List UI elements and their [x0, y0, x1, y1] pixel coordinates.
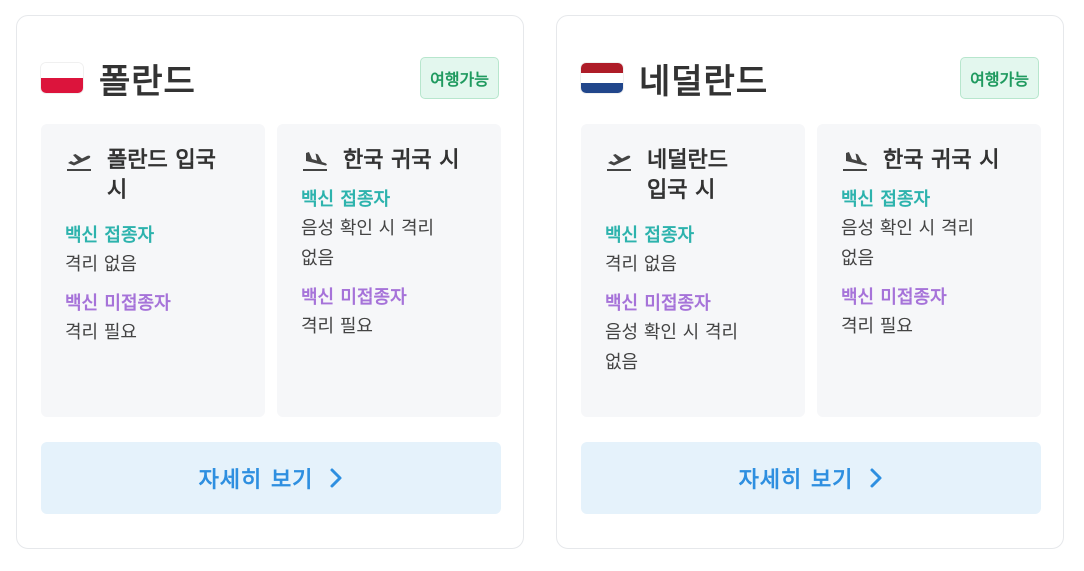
unvaccinated-value-line2: 없음: [605, 352, 639, 373]
unvaccinated-value: 격리 필요: [841, 316, 913, 337]
return-panel-title: 한국 귀국 시: [301, 146, 481, 176]
unvaccinated-label: 백신 미접종자: [65, 293, 171, 314]
country-name: 폴란드: [99, 61, 196, 102]
unvaccinated-value: 격리 필요: [301, 316, 373, 337]
entry-title-line1: 폴란드 입국: [107, 148, 216, 173]
entry-panel: 네덜란드 입국 시 백신 접종자 격리 없음 백신 미접종자 음성 확인 시 격…: [581, 124, 805, 417]
netherlands-flag-icon: [581, 63, 623, 93]
return-panel-title: 한국 귀국 시: [841, 146, 1021, 176]
plane-departure-icon: [605, 147, 633, 175]
unvaccinated-label: 백신 미접종자: [301, 287, 407, 308]
unvaccinated-label: 백신 미접종자: [605, 293, 711, 314]
travel-status-badge: 여행가능: [960, 57, 1039, 99]
entry-panel-title: 폴란드 입국 시: [65, 146, 245, 206]
plane-departure-icon: [65, 147, 93, 175]
travel-status-badge: 여행가능: [420, 57, 499, 99]
plane-arrival-icon: [841, 147, 869, 175]
country-card-poland: 폴란드 여행가능 폴란드 입국 시 백신 접종자 격리 없음 백신 미접종자 격…: [16, 15, 524, 549]
vaccinated-value-line2: 없음: [301, 248, 335, 269]
unvaccinated-value: 격리 필요: [65, 322, 137, 343]
entry-title-line2: 시: [107, 178, 128, 203]
return-title: 한국 귀국 시: [343, 148, 460, 173]
poland-flag-icon: [41, 63, 83, 93]
unvaccinated-value-line1: 음성 확인 시 격리: [605, 322, 739, 343]
vaccinated-value-line1: 음성 확인 시 격리: [301, 218, 435, 239]
unvaccinated-label: 백신 미접종자: [841, 287, 947, 308]
view-details-label: 자세히 보기: [198, 468, 314, 493]
vaccinated-label: 백신 접종자: [605, 225, 695, 246]
chevron-right-icon: [869, 467, 883, 489]
plane-arrival-icon: [301, 147, 329, 175]
vaccinated-value: 격리 없음: [65, 254, 137, 275]
country-name: 네덜란드: [639, 61, 769, 102]
vaccinated-value: 격리 없음: [605, 254, 677, 275]
card-header: 네덜란드 여행가능: [581, 56, 1039, 102]
vaccinated-value-line2: 없음: [841, 248, 875, 269]
chevron-right-icon: [329, 467, 343, 489]
entry-title-line2: 입국 시: [647, 178, 716, 203]
view-details-label: 자세히 보기: [738, 468, 854, 493]
card-header: 폴란드 여행가능: [41, 56, 499, 102]
vaccinated-value-line1: 음성 확인 시 격리: [841, 218, 975, 239]
country-card-netherlands: 네덜란드 여행가능 네덜란드 입국 시 백신 접종자 격리 없음 백신 미접종자…: [556, 15, 1064, 549]
return-panel: 한국 귀국 시 백신 접종자 음성 확인 시 격리 없음 백신 미접종자 격리 …: [277, 124, 501, 417]
view-details-button[interactable]: 자세히 보기: [41, 442, 501, 514]
view-details-button[interactable]: 자세히 보기: [581, 442, 1041, 514]
vaccinated-label: 백신 접종자: [301, 189, 391, 210]
vaccinated-label: 백신 접종자: [65, 225, 155, 246]
return-panel: 한국 귀국 시 백신 접종자 음성 확인 시 격리 없음 백신 미접종자 격리 …: [817, 124, 1041, 417]
vaccinated-label: 백신 접종자: [841, 189, 931, 210]
entry-title-line1: 네덜란드: [647, 148, 728, 173]
return-title: 한국 귀국 시: [883, 148, 1000, 173]
entry-panel-title: 네덜란드 입국 시: [605, 146, 785, 206]
entry-panel: 폴란드 입국 시 백신 접종자 격리 없음 백신 미접종자 격리 필요: [41, 124, 265, 417]
